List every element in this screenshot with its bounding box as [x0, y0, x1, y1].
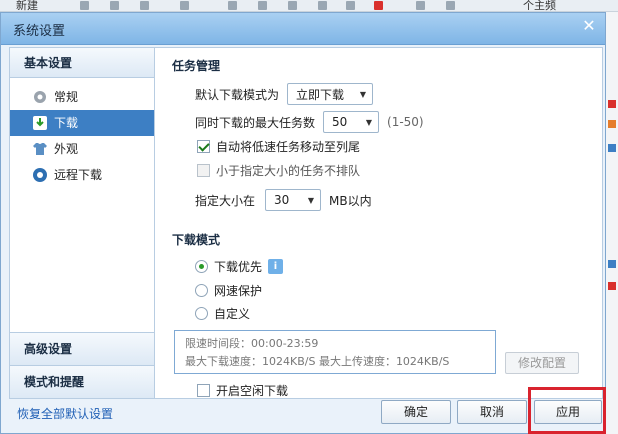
default-mode-label: 默认下载模式为 [195, 87, 280, 102]
size-select[interactable]: 30 ▼ [265, 189, 322, 211]
search-icon [318, 1, 327, 10]
dialog-titlebar: 系统设置 ✕ [1, 13, 605, 45]
sidebar-item-general[interactable]: 常规 [10, 84, 154, 110]
delete-icon [140, 1, 149, 10]
sidebar-group-mode[interactable]: 模式和提醒 [10, 365, 154, 398]
grid-icon [228, 1, 237, 10]
task-section-title: 任务管理 [172, 59, 221, 73]
red-square-icon [608, 282, 616, 290]
settings-content: 任务管理 默认下载模式为 立即下载 ▼ 同时下载的最大任务数 50 ▼ (1-5… [155, 47, 603, 399]
limit-period-text: 限速时间段：00:00-23:59 [185, 337, 319, 350]
mode-protect-label: 网速保护 [214, 284, 263, 298]
close-button[interactable]: ✕ [579, 17, 599, 35]
modify-config-button[interactable]: 修改配置 [505, 352, 579, 374]
settings-dialog: 系统设置 ✕ 基本设置 常规 下载 外观 远程下载 高级设置 模式和提醒 任务管… [0, 12, 606, 434]
blue-square-icon [608, 260, 616, 268]
chevron-down-icon: ▼ [307, 195, 315, 205]
download-icon [33, 116, 47, 130]
mode-custom-radio[interactable] [195, 307, 208, 320]
shirt-icon [33, 143, 47, 155]
settings-sidebar: 基本设置 常规 下载 外观 远程下载 高级设置 模式和提醒 [9, 47, 155, 399]
idle-download-checkbox[interactable] [197, 384, 210, 397]
background-toolbar: 新建 个主频 [0, 0, 618, 12]
mode-protect-radio[interactable] [195, 284, 208, 297]
sidebar-item-label: 常规 [54, 90, 79, 104]
sidebar-item-label: 远程下载 [54, 168, 103, 182]
sidebar-group-basic[interactable]: 基本设置 [10, 48, 154, 78]
orange-square-icon [608, 120, 616, 128]
list-icon [258, 1, 267, 10]
folder-icon [180, 1, 189, 10]
chevron-down-icon: ▼ [365, 117, 373, 127]
no-queue-checkbox[interactable] [197, 164, 210, 177]
apply-button[interactable]: 应用 [534, 400, 602, 424]
default-mode-value: 立即下载 [296, 87, 345, 102]
sidebar-item-remote-download[interactable]: 远程下载 [10, 162, 154, 188]
sidebar-item-label: 下载 [54, 116, 79, 130]
help-icon [416, 1, 425, 10]
remote-download-icon [33, 168, 47, 182]
dialog-title: 系统设置 [13, 24, 66, 39]
download-mode-section-title: 下载模式 [172, 233, 221, 247]
max-tasks-value: 50 [332, 115, 348, 129]
max-tasks-hint: (1-50) [387, 115, 424, 129]
gear-icon [34, 91, 46, 103]
max-tasks-select[interactable]: 50 ▼ [323, 111, 380, 133]
play-icon [80, 1, 89, 10]
sidebar-group-advanced[interactable]: 高级设置 [10, 332, 154, 365]
sidebar-item-appearance[interactable]: 外观 [10, 136, 154, 162]
cancel-button[interactable]: 取消 [457, 400, 527, 424]
info-icon[interactable]: i [268, 259, 284, 274]
red-square-icon [608, 100, 616, 108]
size-value: 30 [274, 193, 290, 207]
auto-move-label: 自动将低速任务移动至列尾 [216, 140, 361, 154]
max-tasks-label: 同时下载的最大任务数 [195, 115, 316, 130]
upload-icon [288, 1, 297, 10]
no-queue-label: 小于指定大小的任务不排队 [216, 164, 361, 178]
restore-defaults-link[interactable]: 恢复全部默认设置 [17, 405, 113, 422]
blue-square-icon [608, 144, 616, 152]
gear-icon [346, 1, 355, 10]
size-label: 指定大小在 [195, 193, 256, 208]
mode-priority-radio[interactable] [195, 260, 208, 273]
chevron-down-icon: ▼ [359, 89, 367, 99]
idle-download-label: 开启空闲下载 [216, 384, 289, 398]
sidebar-item-download[interactable]: 下载 [10, 110, 154, 136]
mode-custom-label: 自定义 [214, 307, 251, 321]
speed-limit-info-box: 限速时间段：00:00-23:59 最大下载速度：1024KB/S 最大上传速度… [174, 330, 496, 374]
ok-button[interactable]: 确定 [381, 400, 451, 424]
feedback-icon [374, 1, 383, 10]
default-mode-select[interactable]: 立即下载 ▼ [287, 83, 374, 105]
pause-icon [110, 1, 119, 10]
background-right-panel [604, 12, 618, 434]
auto-move-checkbox[interactable] [197, 140, 210, 153]
menu-icon [446, 1, 455, 10]
sidebar-item-label: 外观 [54, 142, 79, 156]
mode-priority-label: 下载优先 [214, 260, 263, 274]
size-unit-label: MB以内 [329, 193, 372, 208]
limit-speeds-text: 最大下载速度：1024KB/S 最大上传速度：1024KB/S [185, 355, 450, 368]
